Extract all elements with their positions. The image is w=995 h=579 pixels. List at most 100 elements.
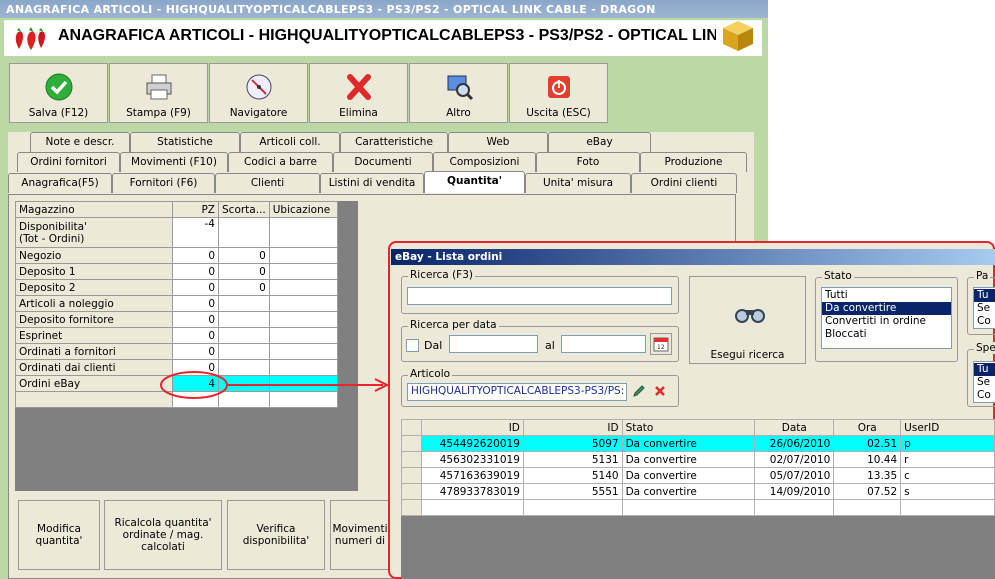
tab-unita-misura[interactable]: Unita' misura: [525, 173, 631, 193]
order-row[interactable]: 456302331019 5131 Da convertire 02/07/20…: [401, 451, 995, 468]
tab-movimenti[interactable]: Movimenti (F10): [120, 152, 228, 172]
col-userid[interactable]: UserID: [900, 419, 995, 436]
stato-option[interactable]: Convertiti in ordine: [822, 315, 951, 328]
date-from-field[interactable]: [449, 335, 538, 353]
row-ubicazione[interactable]: [268, 279, 338, 296]
stato-option-selected[interactable]: Da convertire: [822, 302, 951, 315]
col-id[interactable]: ID: [420, 419, 524, 436]
row-pz[interactable]: 0: [172, 279, 219, 296]
tab-statistiche[interactable]: Statistiche: [130, 132, 240, 152]
row-ubicazione[interactable]: [268, 295, 338, 312]
table-row[interactable]: Deposito 100: [15, 263, 338, 280]
row-scorta[interactable]: [218, 295, 270, 312]
stato-option[interactable]: Tutti: [822, 289, 951, 302]
execute-search-button[interactable]: Esegui ricerca: [689, 276, 806, 364]
row-ubicazione[interactable]: [268, 327, 338, 344]
save-button[interactable]: Salva (F12): [9, 63, 108, 123]
delete-button[interactable]: Elimina: [309, 63, 408, 123]
pencil-icon[interactable]: [632, 384, 646, 398]
row-scorta[interactable]: 0: [218, 247, 270, 264]
col-data[interactable]: Data: [754, 419, 835, 436]
calendar-button[interactable]: 12: [650, 333, 672, 355]
clear-icon[interactable]: [654, 385, 666, 397]
row-pz[interactable]: 0: [172, 295, 219, 312]
table-row[interactable]: Negozio 0 0: [15, 247, 338, 264]
tab-quantita[interactable]: Quantita': [424, 171, 525, 193]
more-button[interactable]: Altro: [409, 63, 508, 123]
table-row[interactable]: Deposito 200: [15, 279, 338, 296]
table-row[interactable]: Deposito fornitore 0: [15, 311, 338, 328]
row-scorta[interactable]: 0: [218, 279, 270, 296]
tab-codici-barre[interactable]: Codici a barre: [228, 152, 333, 172]
col-ora[interactable]: Ora: [833, 419, 902, 436]
verifica-button[interactable]: Verifica disponibilita': [227, 500, 325, 570]
print-button[interactable]: Stampa (F9): [109, 63, 208, 123]
pagamento-option[interactable]: Co: [974, 315, 995, 328]
stato-list[interactable]: Tutti Da convertire Convertiti in ordine…: [821, 287, 952, 349]
spedizione-option[interactable]: Se: [974, 376, 995, 389]
col-stato[interactable]: Stato: [621, 419, 756, 436]
search-label: Ricerca (F3): [408, 269, 475, 281]
row-ubicazione[interactable]: [268, 217, 338, 248]
tab-caratteristiche[interactable]: Caratteristiche: [340, 132, 448, 152]
order-row-empty[interactable]: [401, 499, 995, 516]
order-row[interactable]: 457163639019 5140 Da convertire 05/07/20…: [401, 467, 995, 484]
stato-option[interactable]: Bloccati: [822, 328, 951, 341]
spedizione-list[interactable]: Tu Se Co: [973, 361, 995, 403]
tab-listini[interactable]: Listini di vendita: [320, 173, 424, 193]
tab-articoli-coll[interactable]: Articoli coll.: [240, 132, 340, 152]
modifica-quantita-button[interactable]: Modifica quantita': [18, 500, 100, 570]
col-scorta[interactable]: Scorta...: [218, 201, 270, 218]
tab-ordini-clienti[interactable]: Ordini clienti: [631, 173, 737, 193]
order-row[interactable]: 478933783019 5551 Da convertire 14/09/20…: [401, 483, 995, 500]
row-scorta[interactable]: [218, 327, 270, 344]
col-id2[interactable]: ID: [522, 419, 623, 436]
row-ubicazione[interactable]: [268, 247, 338, 264]
row-scorta[interactable]: [218, 343, 270, 360]
tab-ordini-fornitori[interactable]: Ordini fornitori: [17, 152, 120, 172]
tab-composizioni[interactable]: Composizioni: [433, 152, 536, 172]
col-ubicazione[interactable]: Ubicazione: [268, 201, 338, 218]
tab-ebay[interactable]: eBay: [548, 132, 651, 152]
row-scorta[interactable]: 0: [218, 263, 270, 280]
tab-foto[interactable]: Foto: [536, 152, 640, 172]
tab-documenti[interactable]: Documenti: [333, 152, 433, 172]
pagamento-list[interactable]: Tu Se Co: [973, 287, 995, 329]
row-pz[interactable]: 0: [172, 327, 219, 344]
tab-fornitori[interactable]: Fornitori (F6): [112, 173, 215, 193]
pagamento-option-selected[interactable]: Tu: [974, 289, 995, 302]
ricalcola-button[interactable]: Ricalcola quantita' ordinate / mag. calc…: [104, 500, 222, 570]
date-to-field[interactable]: [561, 335, 646, 353]
search-input[interactable]: [407, 287, 672, 305]
col-magazzino[interactable]: Magazzino: [15, 201, 173, 218]
tab-anagrafica[interactable]: Anagrafica(F5): [8, 173, 112, 193]
row-pz[interactable]: -4: [172, 217, 219, 248]
table-row[interactable]: Articoli a noleggio 0: [15, 295, 338, 312]
spedizione-option-selected[interactable]: Tu: [974, 363, 995, 376]
row-ubicazione[interactable]: [268, 263, 338, 280]
row-pz[interactable]: 0: [172, 263, 219, 280]
order-row-selected[interactable]: 454492620019 5097 Da convertire 26/06/20…: [401, 435, 995, 452]
date-checkbox[interactable]: [406, 339, 419, 352]
table-row[interactable]: Esprinet 0: [15, 327, 338, 344]
row-ubicazione[interactable]: [268, 343, 338, 360]
row-ubicazione[interactable]: [268, 311, 338, 328]
row-pz[interactable]: 0: [172, 311, 219, 328]
pagamento-option[interactable]: Se: [974, 302, 995, 315]
movimenti-button[interactable]: Movimenti numeri di: [330, 500, 390, 570]
navigator-button[interactable]: Navigatore: [209, 63, 308, 123]
articolo-field[interactable]: HIGHQUALITYOPTICALCABLEPS3-PS3/PS:: [407, 383, 627, 401]
row-scorta[interactable]: [218, 311, 270, 328]
table-row[interactable]: Ordinati a fornitori 0: [15, 343, 338, 360]
exit-button[interactable]: Uscita (ESC): [509, 63, 608, 123]
spedizione-option[interactable]: Co: [974, 389, 995, 402]
table-row[interactable]: Disponibilita' (Tot - Ordini) -4: [15, 217, 338, 248]
row-pz[interactable]: 0: [172, 343, 219, 360]
tab-produzione[interactable]: Produzione: [640, 152, 747, 172]
row-pz[interactable]: 0: [172, 247, 219, 264]
col-pz[interactable]: PZ: [172, 201, 219, 218]
tab-note[interactable]: Note e descr.: [30, 132, 130, 152]
row-scorta[interactable]: [218, 217, 270, 248]
tab-clienti[interactable]: Clienti: [215, 173, 320, 193]
tab-web[interactable]: Web: [448, 132, 548, 152]
